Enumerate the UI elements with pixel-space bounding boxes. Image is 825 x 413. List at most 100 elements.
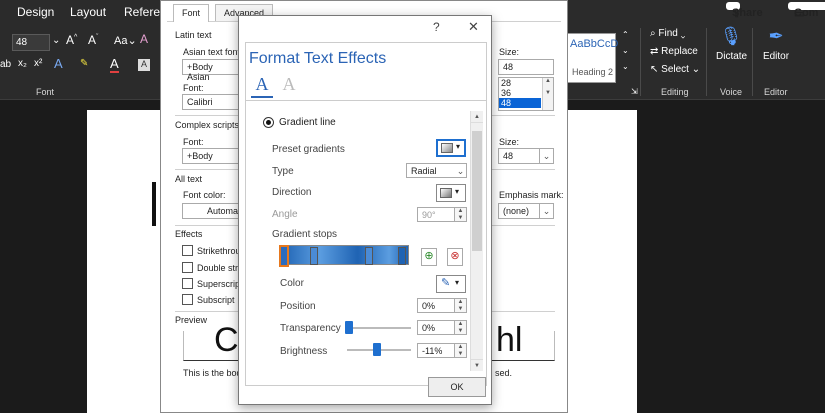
strikethrough-icon[interactable]: ab xyxy=(0,59,11,70)
transparency-slider-thumb[interactable] xyxy=(345,321,353,334)
type-select[interactable]: Radial xyxy=(406,163,456,178)
editor-pen-icon: ✒ xyxy=(768,26,784,46)
find-label: Find xyxy=(658,28,678,39)
pane-scrollbar[interactable]: ▲ ▼ xyxy=(470,111,483,371)
replace-button[interactable]: ⇄ Replace xyxy=(650,46,698,57)
change-case-icon[interactable]: Aa⌄ xyxy=(114,34,137,47)
color-button[interactable]: ✎ ▾ xyxy=(436,275,466,293)
transparency-spinner[interactable]: ▲ ▼ xyxy=(455,320,467,335)
share-button[interactable]: ⇪ Share xyxy=(726,2,763,20)
grow-font-icon[interactable]: A^ xyxy=(66,33,77,47)
select-button[interactable]: ↖ Select ⌄ xyxy=(650,64,700,75)
double-strike-label: Double stri xyxy=(197,263,241,273)
brightness-label: Brightness xyxy=(280,346,328,357)
styles-scroll-up-icon[interactable]: ⌃ xyxy=(622,30,629,39)
gradient-stop[interactable] xyxy=(365,247,373,265)
dictate-button[interactable]: 🎙 Dictate xyxy=(716,26,747,78)
angle-field[interactable]: 90° xyxy=(417,207,455,222)
tab-font[interactable]: Font xyxy=(173,4,210,22)
asian-text-font-label: Asian text font: xyxy=(183,47,243,57)
cs-size-dropdown-icon[interactable]: ⌄ xyxy=(540,148,554,164)
shrink-font-icon[interactable]: Aˇ xyxy=(88,33,98,47)
subscript-checkbox[interactable] xyxy=(182,294,193,305)
gradient-stops-label: Gradient stops xyxy=(272,229,338,240)
comments-button[interactable]: ▭ Com xyxy=(788,2,825,20)
position-spinner[interactable]: ▲ ▼ xyxy=(455,298,467,313)
editing-group-label: Editing xyxy=(661,87,689,97)
font-size-dropdown-icon[interactable]: ⌄ xyxy=(52,35,60,46)
superscript-icon[interactable]: x² xyxy=(34,58,42,69)
brightness-field[interactable]: -11% xyxy=(417,343,455,358)
size-list[interactable]: 28 36 48 ▲ ▼ xyxy=(498,77,554,111)
replace-icon: ⇄ xyxy=(650,46,662,57)
chevron-down-icon: ▾ xyxy=(456,142,461,151)
tab-divider xyxy=(245,100,487,101)
close-button[interactable]: ✕ xyxy=(468,19,479,35)
preset-gradients-label: Preset gradients xyxy=(272,144,345,155)
preset-gradients-button[interactable]: ▾ xyxy=(436,139,466,157)
type-dropdown-icon[interactable]: ⌄ xyxy=(455,163,467,178)
tab-layout[interactable]: Layout xyxy=(70,5,106,19)
select-icon: ↖ xyxy=(650,64,662,75)
font-color-field[interactable]: Automat xyxy=(182,203,242,219)
gradient-stop[interactable] xyxy=(310,247,318,265)
remove-gradient-stop-icon[interactable]: ⊗ xyxy=(447,248,463,266)
scroll-thumb[interactable] xyxy=(472,131,482,251)
size-list-scrollbar[interactable]: ▲ ▼ xyxy=(542,78,553,110)
gradient-stop[interactable] xyxy=(398,247,406,265)
font-size-box[interactable]: 48 xyxy=(12,34,50,51)
select-label: Select xyxy=(661,64,689,75)
gradient-line-radio[interactable] xyxy=(263,117,274,128)
styles-scroll-down-icon[interactable]: ⌄ xyxy=(622,46,629,55)
gradient-stop-selected[interactable] xyxy=(279,245,289,267)
subscript-icon[interactable]: x₂ xyxy=(18,58,27,69)
position-field[interactable]: 0% xyxy=(417,298,455,313)
emphasis-mark-field[interactable]: (none) xyxy=(498,203,540,219)
font-field[interactable]: Calibri xyxy=(182,94,242,110)
text-fill-outline-tab[interactable]: A xyxy=(251,74,273,98)
find-button[interactable]: ⌕ Find ⌄ xyxy=(650,28,685,39)
type-label: Type xyxy=(272,166,294,177)
editor-button[interactable]: ✒ Editor xyxy=(760,26,792,78)
scroll-down-icon[interactable]: ▼ xyxy=(471,359,483,371)
brightness-spinner[interactable]: ▲ ▼ xyxy=(455,343,467,358)
tab-design[interactable]: Design xyxy=(17,5,54,19)
character-shading-icon[interactable]: A xyxy=(138,59,150,71)
direction-button[interactable]: ▾ xyxy=(436,184,466,202)
add-gradient-stop-icon[interactable]: ⊕ xyxy=(421,248,437,266)
color-label: Color xyxy=(280,278,304,289)
font-color-label: Font color: xyxy=(183,190,226,200)
gradient-bar[interactable] xyxy=(281,245,409,265)
help-button[interactable]: ? xyxy=(433,20,440,34)
text-effects-icon: A xyxy=(282,74,296,94)
asian-text-font-field[interactable]: +Body Asian xyxy=(182,59,242,82)
brightness-slider-thumb[interactable] xyxy=(373,343,382,356)
text-effects-icon[interactable]: A xyxy=(54,56,63,71)
font-group-label: Font xyxy=(36,87,55,97)
transparency-field[interactable]: 0% xyxy=(417,320,455,335)
double-strike-checkbox[interactable] xyxy=(182,262,193,273)
styles-dialog-launcher-icon[interactable]: ⇲ xyxy=(631,87,638,96)
comments-label: Com xyxy=(794,7,819,19)
size-list-item-selected[interactable]: 48 xyxy=(499,98,541,108)
styles-gallery[interactable]: AaBbCcD Heading 2 xyxy=(567,33,619,83)
size-field[interactable]: 48 xyxy=(498,59,554,75)
angle-spinner[interactable]: ▲ ▼ xyxy=(455,207,467,222)
preview-glyph-right: hl xyxy=(496,321,523,359)
emphasis-dropdown-icon[interactable]: ⌄ xyxy=(540,203,554,219)
strikethrough-checkbox[interactable] xyxy=(182,245,193,256)
text-effects-tab[interactable]: A xyxy=(279,74,299,98)
style-preview-text: AaBbCcD xyxy=(570,38,619,50)
scroll-up-icon[interactable]: ▲ xyxy=(471,111,483,123)
transparency-slider[interactable] xyxy=(347,327,411,329)
ok-button[interactable]: OK xyxy=(428,377,486,397)
font-color-icon[interactable]: A xyxy=(110,56,119,73)
complex-scripts-heading: Complex scripts xyxy=(175,120,240,130)
styles-more-icon[interactable]: ⌄ xyxy=(622,62,629,71)
cs-font-field[interactable]: +Body xyxy=(182,148,242,164)
superscript-checkbox[interactable] xyxy=(182,278,193,289)
cs-size-field[interactable]: 48 xyxy=(498,148,540,164)
clear-formatting-icon[interactable]: A xyxy=(140,32,148,46)
highlight-icon[interactable]: ✎ xyxy=(80,58,88,69)
emphasis-mark-label: Emphasis mark: xyxy=(499,190,564,200)
